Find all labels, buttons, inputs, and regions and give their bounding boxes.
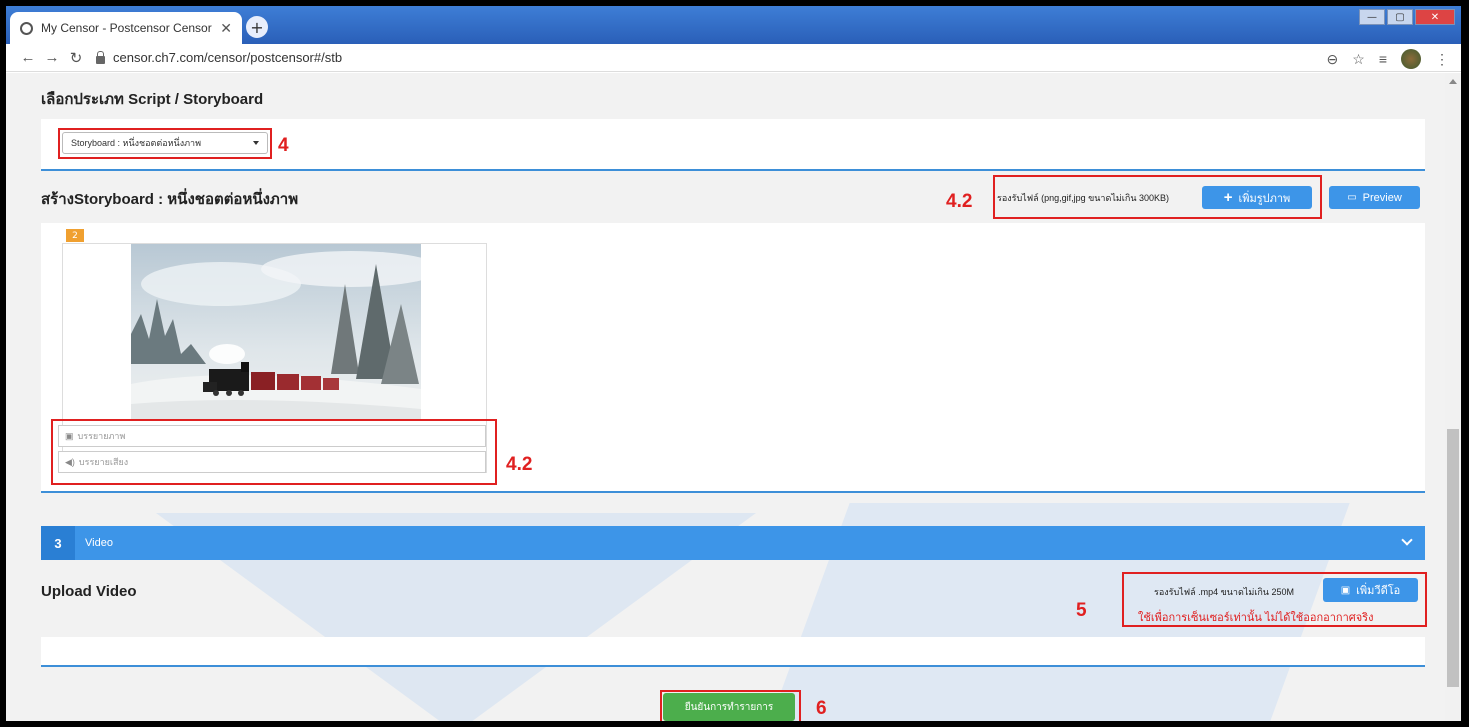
video-panel: [41, 637, 1425, 667]
tab-title: My Censor - Postcensor Censor: [41, 21, 212, 35]
reading-list-icon[interactable]: ≡: [1379, 51, 1387, 67]
step-number: 3: [41, 526, 75, 560]
lock-icon: [96, 50, 105, 64]
url-field[interactable]: censor.ch7.com/censor/postcensor#/stb: [96, 50, 342, 65]
train-photo: [131, 244, 421, 421]
annotation-marker: 5: [1076, 600, 1087, 621]
close-window-button[interactable]: ✕: [1415, 9, 1455, 25]
forward-arrow-icon[interactable]: →: [40, 49, 64, 66]
upload-video-title: Upload Video: [41, 583, 137, 600]
add-image-label: เพิ่มรูปภาพ: [1238, 192, 1291, 205]
new-tab-button[interactable]: +: [246, 16, 268, 38]
video-step-bar[interactable]: 3 Video: [41, 526, 1425, 560]
menu-dots-icon[interactable]: ⋮: [1435, 51, 1449, 68]
preview-button[interactable]: ▭ Preview: [1329, 186, 1420, 209]
reload-icon[interactable]: ↻: [64, 49, 88, 67]
video-bar-label: Video: [85, 537, 113, 549]
annotation-box: [58, 128, 272, 159]
storyboard-title: สร้างStoryboard : หนึ่งชอตต่อหนึ่งภาพ: [41, 191, 299, 208]
add-image-button[interactable]: + เพิ่มรูปภาพ: [1202, 186, 1312, 209]
maximize-button[interactable]: ▢: [1387, 9, 1413, 25]
zoom-icon[interactable]: ⊖: [1327, 51, 1339, 68]
back-arrow-icon[interactable]: ←: [16, 49, 40, 66]
url-text: censor.ch7.com/censor/postcensor#/stb: [113, 50, 343, 65]
annotation-marker: 4: [278, 135, 289, 156]
frame-number-badge: 2: [66, 229, 84, 242]
browser-tab[interactable]: My Censor - Postcensor Censor ✕: [10, 12, 242, 44]
page-content: เลือกประเภท Script / Storyboard Storyboa…: [6, 73, 1461, 721]
scroll-up-icon[interactable]: [1449, 79, 1457, 84]
submit-button[interactable]: ยืนยันการทำรายการ: [663, 693, 795, 721]
annotation-marker: 6: [816, 698, 827, 719]
annotation-box: [1122, 572, 1427, 627]
address-bar: ← → ↻ censor.ch7.com/censor/postcensor#/…: [6, 44, 1461, 72]
title-bar: My Censor - Postcensor Censor ✕ + — ▢ ✕: [6, 6, 1461, 44]
minimize-button[interactable]: —: [1359, 9, 1385, 25]
bookmark-star-icon[interactable]: ☆: [1352, 51, 1365, 68]
chevron-down-icon: [1401, 534, 1413, 546]
preview-icon: ▭: [1347, 192, 1357, 203]
annotation-box: [51, 419, 497, 485]
toolbar-icons: ⊖ ☆ ≡ ⋮: [1327, 49, 1449, 69]
window-controls: — ▢ ✕: [1359, 9, 1455, 25]
annotation-marker: 4.2: [946, 191, 973, 212]
annotation-marker: 4.2: [506, 454, 533, 475]
storyboard-image: [131, 244, 421, 421]
browser-window: My Censor - Postcensor Censor ✕ + — ▢ ✕ …: [6, 6, 1461, 721]
plus-icon: +: [1223, 189, 1233, 206]
image-file-note: รองรับไฟล์ (png,gif,jpg ขนาดไม่เกิน 300K…: [997, 193, 1169, 203]
script-type-title: เลือกประเภท Script / Storyboard: [41, 91, 264, 108]
close-tab-icon[interactable]: ✕: [220, 20, 232, 37]
scroll-thumb[interactable]: [1447, 429, 1459, 687]
site-favicon-icon: [20, 21, 33, 35]
profile-avatar[interactable]: [1401, 49, 1421, 69]
preview-label: Preview: [1362, 191, 1402, 204]
